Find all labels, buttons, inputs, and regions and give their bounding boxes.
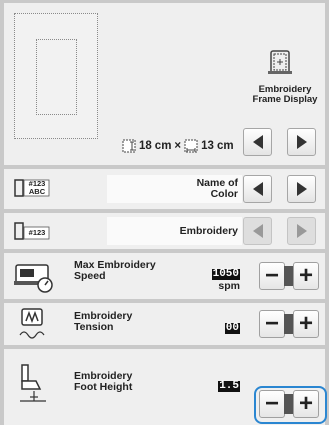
number-icon-text: #123: [28, 228, 46, 237]
max-speed-minus-button[interactable]: −: [259, 262, 285, 290]
embroidery-frame-icon: [268, 50, 292, 74]
frame-size-readout: 18 cm × 13 cm: [122, 138, 234, 154]
tension-plus-button[interactable]: +: [293, 310, 319, 338]
embroidery-number-prev-button[interactable]: [243, 217, 272, 245]
name-of-color-prev-button[interactable]: [243, 175, 272, 203]
frame-width-unit: cm: [154, 140, 172, 152]
arrow-left-icon: [252, 182, 263, 196]
color-number-thread-icon: #123: [14, 220, 50, 242]
color-icon-text-2: ABC: [28, 187, 46, 196]
max-speed-stepper: − +: [259, 261, 321, 291]
arrow-right-icon: [296, 224, 307, 238]
frame-display-next-button[interactable]: [287, 128, 316, 156]
foot-height-label: Embroidery Foot Height: [74, 371, 132, 393]
tension-row: Embroidery Tension 00 − +: [4, 303, 325, 345]
max-speed-value: 1050: [211, 268, 240, 280]
arrow-left-icon: [252, 224, 263, 238]
frame-display-panel: Embroidery Frame Display 18 cm × 13 cm: [4, 3, 325, 165]
max-speed-label-line2: Speed: [74, 270, 106, 282]
presser-foot-icon: [20, 364, 46, 402]
max-speed-plus-button[interactable]: +: [293, 262, 319, 290]
hoop-preview-outer: [14, 13, 98, 139]
settings-screen: Embroidery Frame Display 18 cm × 13 cm #…: [0, 0, 329, 425]
sewing-machine-speed-icon: [14, 264, 53, 293]
width-size-icon: [122, 139, 136, 153]
tension-stepper: − +: [259, 309, 321, 339]
arrow-right-icon: [296, 182, 307, 196]
name-of-color-next-button[interactable]: [287, 175, 316, 203]
hoop-preview-inner: [36, 39, 77, 115]
max-speed-unit: spm: [218, 280, 240, 292]
tension-readout: 00: [200, 317, 240, 335]
embroidery-number-label: Embroidery: [179, 224, 238, 237]
tension-value: 00: [224, 322, 240, 334]
frame-width-value: 18: [139, 140, 152, 152]
name-of-color-row: #123 ABC Name of Color: [4, 169, 325, 209]
foot-height-stepper-highlight: [254, 386, 327, 424]
max-speed-readout: 1050 spm: [200, 263, 240, 291]
embroidery-number-value: Embroidery: [107, 217, 242, 245]
tension-label-line2: Tension: [74, 321, 114, 333]
frame-display-prev-button[interactable]: [243, 128, 272, 156]
name-of-color-value: Name of Color: [107, 175, 242, 203]
arrow-left-icon: [252, 135, 263, 149]
color-name-thread-icon: #123 ABC: [14, 177, 50, 199]
foot-height-readout: 1.5: [200, 375, 240, 393]
arrow-right-icon: [296, 135, 307, 149]
tension-label: Embroidery Tension: [74, 311, 132, 333]
tension-minus-button[interactable]: −: [259, 310, 285, 338]
tension-icon: [19, 308, 45, 339]
frame-display-label: Embroidery Frame Display: [244, 85, 326, 105]
embroidery-number-row: #123 Embroidery: [4, 213, 325, 249]
frame-height-unit: cm: [216, 140, 234, 152]
max-speed-row: Max Embroidery Speed 1050 spm − +: [4, 253, 325, 299]
foot-height-label-line2: Foot Height: [74, 381, 133, 393]
height-size-icon: [184, 139, 198, 153]
name-of-color-line2: Color: [210, 188, 238, 200]
embroidery-number-next-button[interactable]: [287, 217, 316, 245]
foot-height-value: 1.5: [218, 380, 240, 392]
max-speed-label: Max Embroidery Speed: [74, 260, 156, 282]
frame-display-label-line2: Frame Display: [252, 94, 318, 105]
frame-height-value: 13: [201, 140, 214, 152]
times-sign: ×: [174, 140, 182, 152]
